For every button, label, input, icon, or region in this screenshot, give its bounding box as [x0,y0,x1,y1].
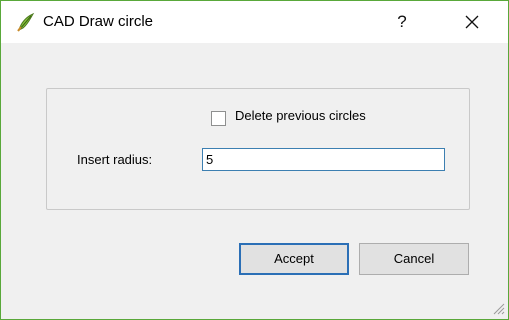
accept-button[interactable]: Accept [239,243,349,275]
radius-input[interactable] [202,148,445,171]
options-group: Delete previous circles Insert radius: [46,88,470,210]
delete-previous-checkbox[interactable] [211,111,226,126]
radius-label: Insert radius: [77,152,153,167]
dialog-window: CAD Draw circle ? Delete previous circle… [0,0,509,320]
close-icon [465,15,479,29]
window-title: CAD Draw circle [43,13,154,30]
close-button[interactable] [459,9,485,35]
title-bar: CAD Draw circle ? [1,1,508,43]
cancel-button[interactable]: Cancel [359,243,469,275]
delete-previous-label[interactable]: Delete previous circles [235,108,366,123]
resize-grip-icon[interactable] [491,301,505,315]
help-button[interactable]: ? [389,9,415,35]
qgis-logo-icon [15,11,37,33]
